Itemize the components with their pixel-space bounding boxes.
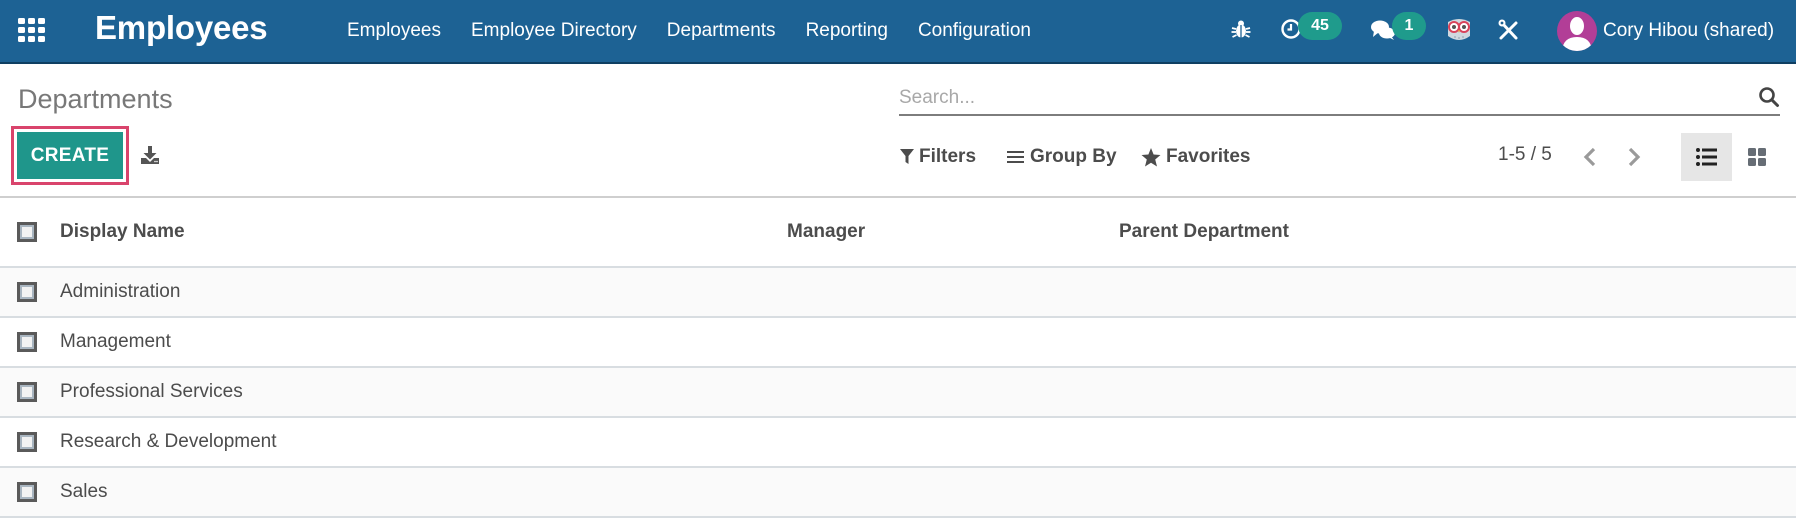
filter-funnel-icon	[900, 149, 914, 164]
filters-button[interactable]: Filters	[900, 143, 976, 171]
pager-value[interactable]: 1-5 / 5	[1498, 144, 1552, 166]
menu-item-departments[interactable]: Departments	[652, 20, 791, 42]
cell-display-name: Management	[60, 331, 171, 352]
apps-menu-icon[interactable]	[18, 18, 46, 42]
avatar	[1557, 11, 1597, 51]
cell-display-name: Sales	[60, 481, 108, 502]
row-checkbox[interactable]	[17, 332, 37, 352]
row-checkbox[interactable]	[17, 282, 37, 302]
list-view-button[interactable]	[1681, 133, 1732, 181]
debug-bug-icon[interactable]	[1230, 18, 1252, 40]
user-name: Cory Hibou (shared)	[1603, 20, 1775, 41]
favorites-label: Favorites	[1166, 146, 1251, 167]
table-row[interactable]: Management	[0, 318, 1796, 368]
app-title[interactable]: Employees	[95, 9, 268, 47]
departments-table: Display Name Manager Parent Department A…	[0, 198, 1796, 518]
cell-display-name: Administration	[60, 281, 181, 302]
user-silhouette-icon	[1562, 17, 1592, 51]
chevron-left-icon[interactable]	[1582, 145, 1598, 169]
menu-item-employees[interactable]: Employees	[332, 20, 456, 42]
search-icon[interactable]	[1758, 86, 1780, 108]
top-navbar: Employees Employees Employee Directory D…	[0, 0, 1796, 64]
filters-label: Filters	[919, 146, 977, 167]
cell-display-name: Professional Services	[60, 381, 243, 402]
row-checkbox[interactable]	[17, 382, 37, 402]
row-checkbox[interactable]	[17, 432, 37, 452]
menu-item-employee-directory[interactable]: Employee Directory	[456, 20, 652, 42]
list-view-icon	[1696, 148, 1717, 166]
table-row[interactable]: Sales	[0, 468, 1796, 518]
table-header: Display Name Manager Parent Department	[0, 198, 1796, 268]
table-row[interactable]: Professional Services	[0, 368, 1796, 418]
group-by-lines-icon	[1007, 151, 1024, 163]
chevron-right-icon[interactable]	[1626, 145, 1642, 169]
download-icon[interactable]	[140, 145, 160, 165]
column-header-display-name[interactable]: Display Name	[60, 198, 185, 266]
group-by-label: Group By	[1030, 146, 1117, 167]
search-input[interactable]	[899, 84, 1739, 112]
cell-display-name: Research & Development	[60, 431, 277, 452]
column-header-manager[interactable]: Manager	[787, 198, 865, 266]
column-header-parent-department[interactable]: Parent Department	[1119, 198, 1289, 266]
message-count-badge: 1	[1392, 12, 1426, 40]
group-by-button[interactable]: Group By	[1007, 143, 1117, 171]
menu-item-reporting[interactable]: Reporting	[791, 20, 903, 42]
favorites-button[interactable]: Favorites	[1141, 143, 1250, 171]
user-menu[interactable]: Cory Hibou (shared)	[1557, 9, 1774, 53]
kanban-grid-icon	[1748, 148, 1766, 166]
kanban-view-button[interactable]	[1732, 133, 1783, 181]
create-button[interactable]: CREATE	[17, 132, 123, 179]
activity-count-badge: 45	[1298, 12, 1342, 40]
star-icon	[1141, 147, 1161, 166]
page-title: Departments	[18, 84, 173, 114]
tools-icon[interactable]	[1497, 18, 1521, 42]
main-menu: Employees Employee Directory Departments…	[332, 0, 1046, 62]
table-row[interactable]: Administration	[0, 268, 1796, 318]
row-checkbox[interactable]	[17, 482, 37, 502]
menu-item-configuration[interactable]: Configuration	[903, 20, 1046, 42]
owl-icon[interactable]	[1445, 16, 1473, 44]
table-row[interactable]: Research & Development	[0, 418, 1796, 468]
search-bar	[899, 82, 1780, 116]
select-all-checkbox[interactable]	[17, 222, 37, 242]
